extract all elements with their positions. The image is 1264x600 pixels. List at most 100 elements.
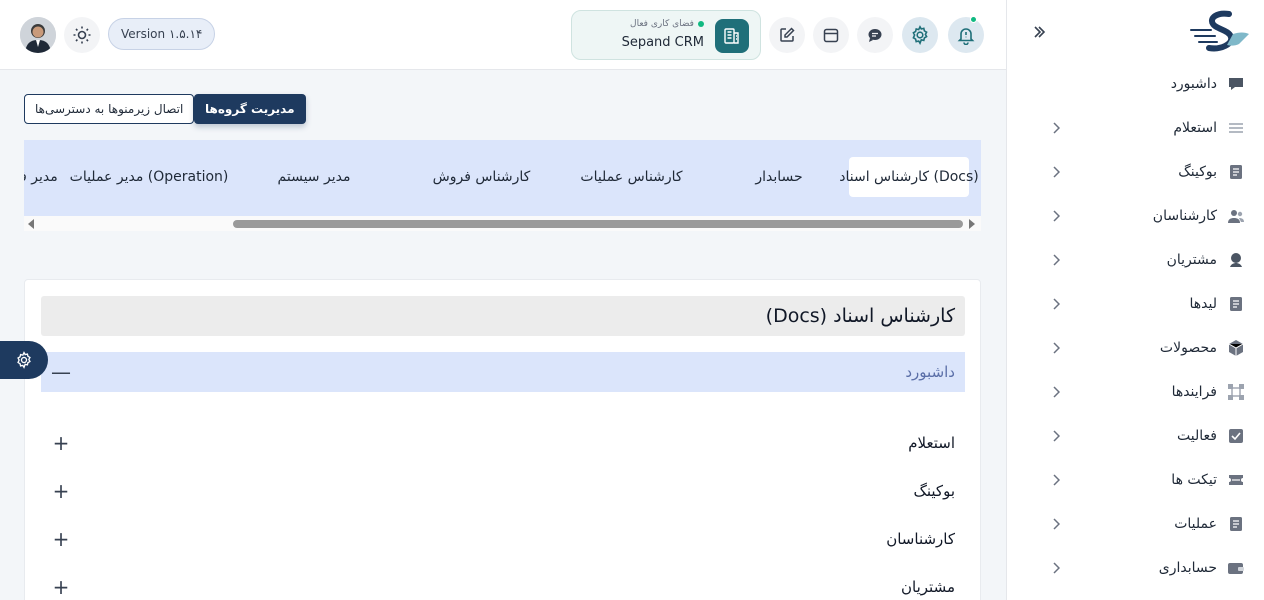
workspace-status: فضای کاری فعال	[630, 19, 704, 29]
gear-icon	[912, 25, 928, 45]
section-inquiry[interactable]: استعلام +	[41, 423, 965, 463]
chat-button[interactable]	[857, 17, 893, 53]
chevron-right-icon	[1049, 339, 1063, 357]
section-label: داشبورد	[905, 363, 955, 381]
connect-submenus-button[interactable]: اتصال زیرمنوها به دسترسی‌ها	[24, 94, 195, 124]
sidebar-item-tickets[interactable]: تیکت ها	[1027, 458, 1249, 502]
theme-toggle-button[interactable]	[64, 17, 100, 53]
sidebar-item-label: داشبورد	[1170, 76, 1217, 92]
scroll-left-arrow-icon[interactable]	[28, 219, 34, 229]
edit-button[interactable]	[769, 17, 805, 53]
chat-bubble-icon	[1227, 75, 1245, 93]
process-icon	[1227, 383, 1245, 401]
chevron-right-icon	[1049, 163, 1063, 181]
sidebar-item-label: مشتریان	[1166, 252, 1217, 268]
sidebar-item-experts[interactable]: کارشناسان	[1027, 194, 1249, 238]
section-label: بوکینگ	[913, 482, 955, 500]
workspace-switcher[interactable]: فضای کاری فعال Sepand CRM	[571, 10, 761, 60]
section-customers[interactable]: مشتریان +	[41, 567, 965, 600]
sidebar-item-booking[interactable]: بوکینگ	[1027, 150, 1249, 194]
tab-accountant[interactable]: حسابدار	[724, 157, 834, 197]
tab-sales-expert[interactable]: کارشناس فروش	[399, 157, 564, 197]
sidebar-item-processes[interactable]: فرایندها	[1027, 370, 1249, 414]
chevron-right-icon	[1049, 251, 1063, 269]
chevron-right-icon	[1049, 119, 1063, 137]
calendar-icon	[823, 28, 839, 43]
sidebar-item-label: فرایندها	[1171, 384, 1217, 400]
floating-settings-button[interactable]	[0, 341, 48, 379]
sidebar-item-products[interactable]: محصولات	[1027, 326, 1249, 370]
section-dashboard[interactable]: داشبورد —	[41, 352, 965, 392]
checkbox-icon	[1227, 427, 1245, 445]
expand-icon[interactable]: +	[53, 431, 70, 455]
section-label: استعلام	[908, 434, 955, 452]
users-icon	[1227, 207, 1245, 225]
user-avatar[interactable]	[20, 17, 56, 53]
document-icon	[1227, 163, 1245, 181]
sidebar-item-inquiry[interactable]: استعلام	[1027, 106, 1249, 150]
tab-system-admin[interactable]: مدیر سیستم	[249, 157, 379, 197]
gear-icon	[17, 351, 31, 369]
section-booking[interactable]: بوکینگ +	[41, 471, 965, 511]
sidebar-item-label: استعلام	[1173, 120, 1217, 136]
scroll-right-arrow-icon[interactable]	[969, 219, 975, 229]
workspace-status-text: فضای کاری فعال	[630, 19, 694, 29]
section-label: مشتریان	[901, 578, 955, 596]
sidebar-item-dashboard[interactable]: داشبورد	[1027, 62, 1249, 106]
sidebar-item-label: حسابداری	[1158, 560, 1217, 576]
expand-icon[interactable]: +	[53, 479, 70, 503]
sidebar-item-label: عملیات	[1174, 516, 1217, 532]
tabs-bar: کارشناس اسناد (Docs) حسابدار کارشناس عمل…	[24, 140, 981, 216]
settings-button[interactable]	[902, 17, 938, 53]
sidebar-item-label: محصولات	[1159, 340, 1217, 356]
sidebar-nav: داشبورد استعلام بوکینگ کارشناسان مشتریان…	[1027, 62, 1249, 590]
horizontal-scroll-thumb[interactable]	[233, 220, 963, 228]
manage-groups-button[interactable]: مدیریت گروه‌ها	[194, 94, 306, 124]
list-lines-icon	[1227, 119, 1245, 137]
group-title: کارشناس اسناد (Docs)	[41, 296, 965, 336]
sidebar-item-label: لیدها	[1189, 296, 1218, 312]
chevron-right-icon	[1049, 515, 1063, 533]
sidebar: داشبورد استعلام بوکینگ کارشناسان مشتریان…	[1006, 0, 1264, 600]
section-label: کارشناسان	[886, 530, 955, 548]
sidebar-item-leads[interactable]: لیدها	[1027, 282, 1249, 326]
notifications-button[interactable]	[948, 16, 984, 53]
notification-bell-icon	[957, 28, 975, 45]
user-icon	[1227, 251, 1245, 269]
collapse-sidebar-button[interactable]	[1029, 22, 1049, 42]
sidebar-item-accounting[interactable]: حسابداری	[1027, 546, 1249, 590]
tab-partial[interactable]: مدیر فـ	[24, 157, 64, 197]
sidebar-item-operations[interactable]: عملیات	[1027, 502, 1249, 546]
wallet-icon	[1227, 559, 1245, 577]
tab-operations-manager[interactable]: مدیر عملیات (Operation)	[70, 157, 229, 197]
expand-icon[interactable]: +	[53, 527, 70, 551]
top-header: Version ۱.۵.۱۴ فضای کاری فعال Sepand CRM	[0, 0, 1006, 70]
app-logo[interactable]	[1189, 10, 1251, 54]
main-content: اتصال زیرمنوها به دسترسی‌ها مدیریت گروه‌…	[0, 71, 1006, 600]
sidebar-item-label: تیکت ها	[1171, 472, 1217, 488]
chevron-right-icon	[1049, 559, 1063, 577]
notification-dot	[970, 16, 977, 23]
sidebar-item-customers[interactable]: مشتریان	[1027, 238, 1249, 282]
chevron-right-icon	[1049, 383, 1063, 401]
collapse-icon[interactable]: —	[51, 360, 71, 384]
chat-icon	[868, 29, 882, 42]
section-experts[interactable]: کارشناسان +	[41, 519, 965, 559]
sun-icon	[73, 26, 91, 44]
chevron-right-icon	[1049, 295, 1063, 313]
sidebar-item-label: کارشناسان	[1152, 208, 1217, 224]
box-icon	[1227, 339, 1245, 357]
chevron-right-icon	[1049, 207, 1063, 225]
horizontal-scrollbar[interactable]	[24, 216, 981, 231]
document-icon	[1227, 515, 1245, 533]
calendar-button[interactable]	[813, 17, 849, 53]
tab-operations-expert[interactable]: کارشناس عملیات	[549, 157, 714, 197]
tab-docs-expert[interactable]: کارشناس اسناد (Docs)	[839, 157, 979, 197]
chevron-right-icon	[1049, 427, 1063, 445]
sidebar-item-activity[interactable]: فعالیت	[1027, 414, 1249, 458]
chevron-right-icon	[1049, 471, 1063, 489]
document-building-icon	[715, 19, 749, 53]
sidebar-item-label: فعالیت	[1177, 428, 1217, 444]
edit-icon	[780, 27, 795, 42]
expand-icon[interactable]: +	[53, 575, 70, 599]
